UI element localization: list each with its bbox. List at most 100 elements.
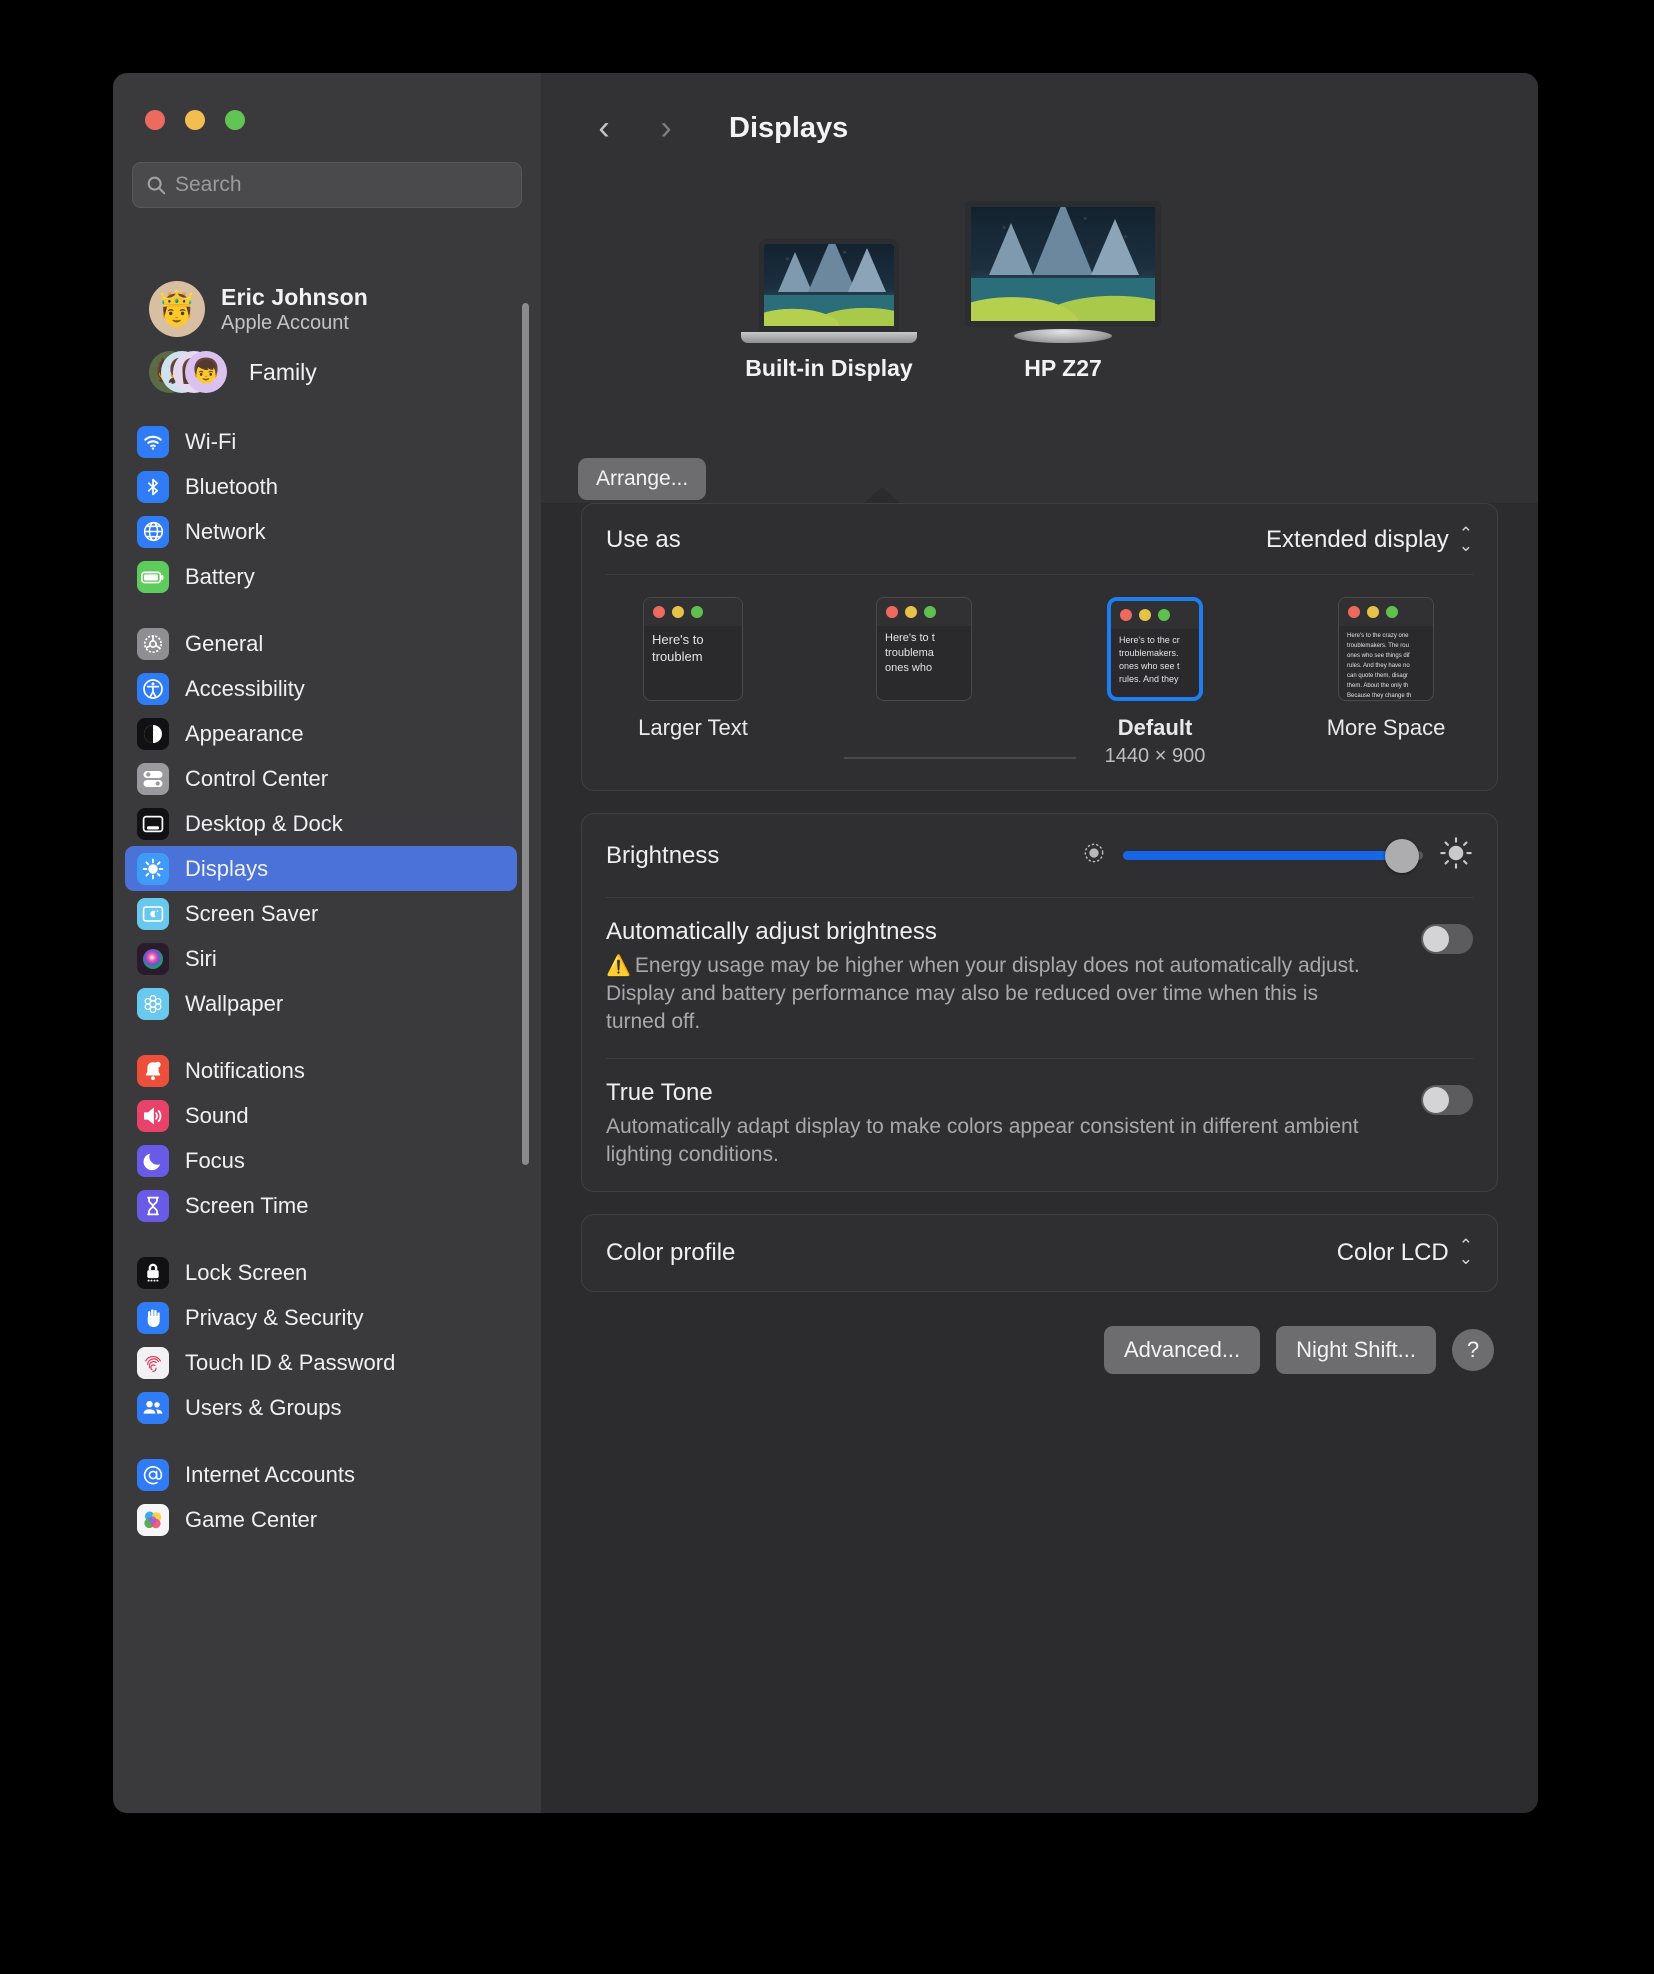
preview-text-line: Here's to the crazy one	[1347, 631, 1425, 641]
preview-text-line: rules. And they	[1119, 673, 1191, 686]
sidebar-item-desktop-dock[interactable]: Desktop & Dock	[125, 801, 517, 846]
resolution-option-value: 1440 × 900	[1105, 745, 1206, 768]
system-settings-window: 🤴 Eric Johnson Apple Account 🧑 👧 👩 👦 Fam…	[113, 73, 1538, 1813]
sidebar-item-game-center[interactable]: Game Center	[125, 1497, 517, 1542]
minimize-button[interactable]	[185, 110, 205, 130]
preview-traffic-dot	[886, 606, 898, 618]
preview-titlebar	[1111, 601, 1199, 629]
sidebar-item-label: Sound	[185, 1103, 249, 1129]
preview-text: Here's to the crazy onetroublemakers. Th…	[1339, 626, 1433, 701]
sidebar-item-siri[interactable]: Siri	[125, 936, 517, 981]
sidebar-item-users-groups[interactable]: Users & Groups	[125, 1385, 517, 1430]
preview-text: Here's totroublem	[644, 626, 742, 665]
zoom-button[interactable]	[225, 110, 245, 130]
family-avatar: 👦	[185, 351, 227, 393]
preview-traffic-dot	[653, 606, 665, 618]
resolution-option-2[interactable]: Here's to the crtroublemakers.ones who s…	[1080, 597, 1230, 768]
preview-text-line: them. About the only th	[1347, 681, 1425, 691]
use-as-label: Use as	[606, 526, 681, 554]
sidebar-item-privacy-security[interactable]: Privacy & Security	[125, 1295, 517, 1340]
arrange-button[interactable]: Arrange...	[578, 458, 706, 500]
apple-account-row[interactable]: 🤴 Eric Johnson Apple Account	[125, 275, 517, 343]
resolution-option-1[interactable]: Here's to ttroublemaones who	[849, 597, 999, 768]
advanced-button[interactable]: Advanced...	[1104, 1326, 1260, 1374]
sidebar-scroll-area: 🤴 Eric Johnson Apple Account 🧑 👧 👩 👦 Fam…	[113, 269, 541, 1813]
use-as-popup-button[interactable]: Extended display ⌃⌄	[1266, 526, 1473, 554]
sidebar: 🤴 Eric Johnson Apple Account 🧑 👧 👩 👦 Fam…	[113, 73, 541, 1813]
night-shift-button[interactable]: Night Shift...	[1276, 1326, 1436, 1374]
resolution-option-label: Larger Text	[638, 715, 748, 741]
sidebar-item-sound[interactable]: Sound	[125, 1093, 517, 1138]
sidebar-group-0: Wi-Fi Bluetooth Network Battery	[113, 419, 529, 599]
sidebar-item-wallpaper[interactable]: Wallpaper	[125, 981, 517, 1026]
auto-brightness-description-text: Energy usage may be higher when your dis…	[606, 954, 1360, 1033]
sun-large-icon	[1439, 836, 1473, 875]
true-tone-description: Automatically adapt display to make colo…	[606, 1113, 1366, 1169]
sidebar-item-displays[interactable]: Displays	[125, 846, 517, 891]
sidebar-group-4: Internet Accounts Game Center	[113, 1452, 529, 1542]
resolution-preview: Here's to the crazy onetroublemakers. Th…	[1338, 597, 1434, 701]
preview-traffic-dot	[1158, 609, 1170, 621]
accessibility-icon	[137, 673, 169, 705]
control-center-icon	[137, 763, 169, 795]
sidebar-item-control-center[interactable]: Control Center	[125, 756, 517, 801]
brightness-slider-knob[interactable]	[1385, 839, 1419, 873]
use-as-value: Extended display	[1266, 526, 1449, 554]
true-tone-toggle[interactable]	[1421, 1085, 1473, 1115]
resolution-option-0[interactable]: Here's totroublem Larger Text	[618, 597, 768, 768]
search-field[interactable]	[132, 162, 522, 208]
family-row[interactable]: 🧑 👧 👩 👦 Family	[125, 347, 517, 397]
wallpaper-preview	[764, 244, 894, 326]
sidebar-item-bluetooth[interactable]: Bluetooth	[125, 464, 517, 509]
resolution-option-label: Default	[1118, 715, 1193, 741]
brightness-slider-fill	[1123, 851, 1402, 860]
sidebar-item-general[interactable]: General	[125, 621, 517, 666]
sidebar-item-screen-saver[interactable]: Screen Saver	[125, 891, 517, 936]
sidebar-scrollbar[interactable]	[522, 303, 529, 1165]
monitor-hp-z27[interactable]: HP Z27	[965, 201, 1161, 382]
brightness-slider[interactable]	[1123, 851, 1423, 860]
sidebar-item-appearance[interactable]: Appearance	[125, 711, 517, 756]
sidebar-item-label: Wi-Fi	[185, 429, 236, 455]
sidebar-group-1: GeneralAccessibilityAppearanceControl Ce…	[113, 621, 529, 1026]
preview-traffic-dot	[1386, 606, 1398, 618]
sidebar-item-touch-id-password[interactable]: Touch ID & Password	[125, 1340, 517, 1385]
preview-titlebar	[877, 598, 971, 626]
search-input[interactable]	[175, 173, 509, 197]
monitor-built-in-display[interactable]: Built-in Display	[741, 239, 917, 382]
scale-track-line	[844, 757, 1076, 759]
sidebar-item-network[interactable]: Network	[125, 509, 517, 554]
search-icon	[145, 174, 167, 196]
color-profile-popup-button[interactable]: Color LCD ⌃⌄	[1337, 1239, 1473, 1267]
preview-text-line: troublemakers. The rou	[1347, 641, 1425, 651]
bluetooth-icon	[137, 471, 169, 503]
resolution-preview: Here's to ttroublemaones who	[876, 597, 972, 701]
monitor-label: Built-in Display	[745, 355, 912, 382]
sidebar-item-accessibility[interactable]: Accessibility	[125, 666, 517, 711]
sidebar-item-label: Network	[185, 519, 266, 545]
sidebar-item-notifications[interactable]: Notifications	[125, 1048, 517, 1093]
sidebar-item-label: Lock Screen	[185, 1260, 307, 1286]
help-button[interactable]: ?	[1452, 1329, 1494, 1371]
sidebar-item-label: Internet Accounts	[185, 1462, 355, 1488]
wallpaper-preview	[971, 207, 1155, 321]
wallpaper-icon	[137, 988, 169, 1020]
chevron-right-icon[interactable]: ›	[645, 107, 687, 149]
avatar: 🤴	[149, 281, 205, 337]
auto-brightness-toggle[interactable]	[1421, 924, 1473, 954]
sidebar-item-focus[interactable]: Focus	[125, 1138, 517, 1183]
sidebar-item-lock-screen[interactable]: Lock Screen	[125, 1250, 517, 1295]
sidebar-item-label: Wallpaper	[185, 991, 283, 1017]
close-button[interactable]	[145, 110, 165, 130]
sidebar-item-battery[interactable]: Battery	[125, 554, 517, 599]
sidebar-item-internet-accounts[interactable]: Internet Accounts	[125, 1452, 517, 1497]
resolution-option-3[interactable]: Here's to the crazy onetroublemakers. Th…	[1311, 597, 1461, 768]
chevron-left-icon[interactable]: ‹	[583, 107, 625, 149]
sidebar-item-screen-time[interactable]: Screen Time	[125, 1183, 517, 1228]
monitor-label: HP Z27	[1024, 355, 1102, 382]
sidebar-group-2: Notifications Sound FocusScreen Time	[113, 1048, 529, 1228]
sidebar-item-label: Siri	[185, 946, 217, 972]
preview-text-line: troublema	[885, 646, 963, 661]
selected-display-caret	[863, 487, 901, 504]
sidebar-item-wi-fi[interactable]: Wi-Fi	[125, 419, 517, 464]
